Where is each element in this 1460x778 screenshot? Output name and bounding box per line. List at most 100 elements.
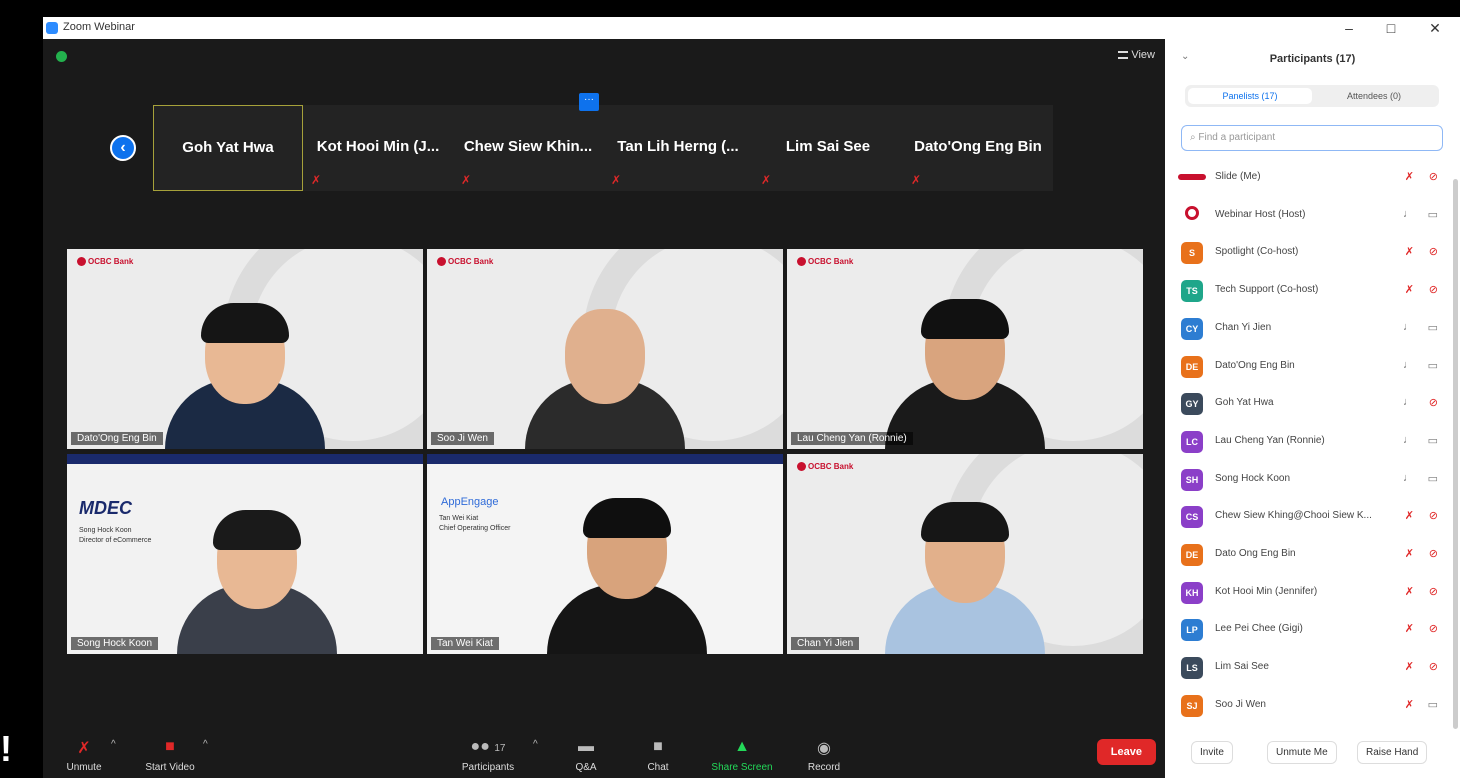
- mdec-logo: MDEC: [79, 498, 132, 518]
- video-tile[interactable]: OCBC Bank Soo Ji Wen: [427, 249, 783, 449]
- participant-tabs: Panelists (17) Attendees (0): [1185, 85, 1439, 107]
- participant-row[interactable]: DE Dato Ong Eng Bin ✗ ⊘: [1165, 536, 1460, 574]
- unmute-button[interactable]: ✗ Unmute: [49, 738, 119, 773]
- mic-muted-icon[interactable]: ✗: [1405, 509, 1414, 522]
- video-icon[interactable]: ▭: [1428, 208, 1438, 221]
- participant-row[interactable]: SJ Soo Ji Wen ✗ ▭: [1165, 687, 1460, 725]
- record-button[interactable]: ◉ Record: [789, 738, 859, 773]
- video-options-caret-icon[interactable]: ^: [203, 739, 208, 750]
- mic-muted-icon[interactable]: ✗: [1405, 245, 1414, 258]
- participants-options-caret-icon[interactable]: ^: [533, 739, 538, 750]
- unmute-me-button[interactable]: Unmute Me: [1267, 741, 1337, 764]
- avatar: KH: [1181, 581, 1203, 604]
- participant-row[interactable]: LC Lau Cheng Yan (Ronnie) ♩ ▭: [1165, 423, 1460, 461]
- participant-row[interactable]: TS Tech Support (Co-host) ✗ ⊘: [1165, 272, 1460, 310]
- more-options-icon[interactable]: ···: [579, 93, 599, 111]
- participant-video: [865, 279, 1065, 449]
- video-off-icon[interactable]: ⊘: [1429, 547, 1438, 560]
- video-icon[interactable]: ▭: [1428, 698, 1438, 711]
- participants-button[interactable]: ●● 17 Participants: [453, 738, 523, 773]
- bank-logo-icon: [797, 462, 806, 472]
- view-button[interactable]: View: [1118, 49, 1155, 61]
- video-icon[interactable]: ▭: [1428, 321, 1438, 334]
- mic-muted-icon[interactable]: ✗: [1405, 698, 1414, 711]
- video-tile[interactable]: OCBC Bank Lau Cheng Yan (Ronnie): [787, 249, 1143, 449]
- tab-panelists[interactable]: Panelists (17): [1188, 88, 1312, 104]
- video-icon[interactable]: ▭: [1428, 434, 1438, 447]
- slide-line-1: Song Hock Koon: [79, 527, 132, 534]
- thumbnail-tile[interactable]: Dato'Ong Eng Bin ✗: [903, 105, 1053, 191]
- leave-button[interactable]: Leave: [1096, 739, 1156, 765]
- video-off-icon[interactable]: ⊘: [1429, 585, 1438, 598]
- mic-muted-icon[interactable]: ✗: [1405, 547, 1414, 560]
- person-hair: [921, 299, 1009, 339]
- video-off-icon[interactable]: ⊘: [1429, 283, 1438, 296]
- thumbnail-tile[interactable]: Tan Lih Herng (... ✗: [603, 105, 753, 191]
- thumbnail-tile[interactable]: Chew Siew Khin... ✗: [453, 105, 603, 191]
- mic-icon[interactable]: ♩: [1403, 434, 1414, 446]
- previous-page-button[interactable]: ‹: [110, 135, 136, 161]
- participant-name: Soo Ji Wen: [1215, 698, 1266, 710]
- mic-muted-icon[interactable]: ✗: [1405, 585, 1414, 598]
- participant-row[interactable]: CS Chew Siew Khing@Chooi Siew K... ✗ ⊘: [1165, 498, 1460, 536]
- participant-row[interactable]: DE Dato'Ong Eng Bin ♩ ▭: [1165, 348, 1460, 386]
- participant-row[interactable]: GY Goh Yat Hwa ♩ ⊘: [1165, 385, 1460, 423]
- close-button[interactable]: ✕: [1420, 17, 1450, 39]
- participant-row[interactable]: Slide (Me) ✗ ⊘: [1165, 159, 1460, 197]
- video-icon[interactable]: ▭: [1428, 472, 1438, 485]
- thumbnail-tile[interactable]: Goh Yat Hwa: [153, 105, 303, 191]
- mic-icon[interactable]: ♩: [1403, 396, 1414, 408]
- video-tile[interactable]: MDEC Song Hock Koon Director of eCommerce…: [67, 454, 423, 654]
- participant-row[interactable]: SH Song Hock Koon ♩ ▭: [1165, 461, 1460, 499]
- thumbnail-tile[interactable]: Lim Sai See ✗: [753, 105, 903, 191]
- video-tile[interactable]: OCBC Bank Chan Yi Jien: [787, 454, 1143, 654]
- mic-icon[interactable]: ♩: [1403, 208, 1414, 220]
- mic-muted-icon[interactable]: ✗: [1405, 170, 1414, 183]
- participant-video: [865, 484, 1065, 654]
- participant-row[interactable]: LP Lee Pei Chee (Gigi) ✗ ⊘: [1165, 611, 1460, 649]
- participant-row[interactable]: Webinar Host (Host) ♩ ▭: [1165, 197, 1460, 235]
- mic-muted-icon[interactable]: ✗: [1405, 283, 1414, 296]
- video-off-icon[interactable]: ⊘: [1429, 245, 1438, 258]
- mic-icon[interactable]: ♩: [1403, 359, 1414, 371]
- tab-attendees[interactable]: Attendees (0): [1312, 88, 1436, 104]
- mic-icon[interactable]: ♩: [1403, 321, 1414, 333]
- video-off-icon[interactable]: ⊘: [1429, 622, 1438, 635]
- participant-row[interactable]: KH Kot Hooi Min (Jennifer) ✗ ⊘: [1165, 574, 1460, 612]
- avatar: LC: [1181, 430, 1203, 453]
- raise-hand-button[interactable]: Raise Hand: [1357, 741, 1428, 764]
- security-shield-icon[interactable]: [56, 51, 67, 62]
- start-video-button[interactable]: ■ Start Video: [135, 738, 205, 773]
- video-tile[interactable]: OCBC Bank Dato'Ong Eng Bin: [67, 249, 423, 449]
- participants-panel: ⌄ Participants (17) Panelists (17) Atten…: [1165, 39, 1460, 778]
- chat-button[interactable]: ■ Chat: [623, 738, 693, 773]
- video-off-icon[interactable]: ⊘: [1429, 170, 1438, 183]
- participant-row[interactable]: S Spotlight (Co-host) ✗ ⊘: [1165, 234, 1460, 272]
- video-off-icon[interactable]: ⊘: [1429, 509, 1438, 522]
- share-screen-button[interactable]: ▲ Share Screen: [707, 738, 777, 773]
- audio-options-caret-icon[interactable]: ^: [111, 739, 116, 750]
- minimize-button[interactable]: –: [1334, 17, 1364, 39]
- invite-button[interactable]: Invite: [1191, 741, 1233, 764]
- maximize-button[interactable]: □: [1376, 17, 1406, 39]
- participant-row[interactable]: LS Lim Sai See ✗ ⊘: [1165, 649, 1460, 687]
- slide-line-2: Director of eCommerce: [79, 537, 152, 544]
- video-off-icon[interactable]: ⊘: [1429, 660, 1438, 673]
- mic-icon[interactable]: ♩: [1403, 472, 1414, 484]
- video-tile[interactable]: AppEngage Tan Wei Kiat Chief Operating Of…: [427, 454, 783, 654]
- bank-logo-icon: [797, 257, 806, 267]
- search-input[interactable]: ⌕ Find a participant: [1181, 125, 1443, 151]
- mic-muted-icon[interactable]: ✗: [1405, 622, 1414, 635]
- tile-name-label: Lau Cheng Yan (Ronnie): [791, 432, 913, 445]
- qa-button[interactable]: ▬ Q&A: [551, 738, 621, 773]
- participant-list-scrollbar[interactable]: [1453, 179, 1458, 729]
- thumbnail-name: Chew Siew Khin...: [463, 138, 593, 155]
- mic-muted-icon[interactable]: ✗: [1405, 660, 1414, 673]
- thumbnail-tile[interactable]: Kot Hooi Min (J... ✗: [303, 105, 453, 191]
- participant-row[interactable]: CY Chan Yi Jien ♩ ▭: [1165, 310, 1460, 348]
- video-icon[interactable]: ▭: [1428, 359, 1438, 372]
- avatar: SH: [1181, 468, 1203, 491]
- participant-name: Webinar Host (Host): [1215, 208, 1306, 220]
- video-off-icon: ■: [165, 738, 175, 755]
- video-off-icon[interactable]: ⊘: [1429, 396, 1438, 409]
